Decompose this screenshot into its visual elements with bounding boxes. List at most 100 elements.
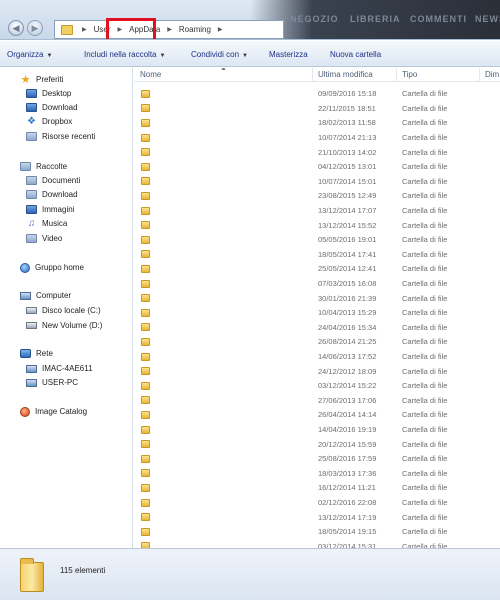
folder-icon [141,513,150,522]
list-item[interactable]: 23/08/2015 12:49 Cartella di file [134,189,500,204]
column-modified[interactable]: Ultima modifica [318,70,373,79]
file-type: Cartella di file [402,162,448,172]
list-item[interactable]: 14/04/2016 19:19 Cartella di file [134,422,500,437]
folder-icon [141,410,150,419]
list-item[interactable]: 24/12/2012 18:09 Cartella di file [134,364,500,379]
list-item[interactable]: 07/03/2015 16:08 Cartella di file [134,276,500,291]
nav-desktop[interactable]: Desktop [26,87,71,100]
burn-button[interactable]: Masterizza [269,50,308,59]
details-pane: 115 elementi [0,548,500,600]
music-icon: ♫ [27,217,36,229]
nav-video[interactable]: Video [26,232,62,245]
nav-computer[interactable]: Computer [20,289,71,302]
file-type: Cartella di file [402,220,448,230]
list-item[interactable]: 26/04/2014 14:14 Cartella di file [134,408,500,423]
folder-icon [141,133,150,142]
list-item[interactable]: 26/08/2014 21:25 Cartella di file [134,335,500,350]
file-list: ▲ Nome Ultima modifica Tipo Dim 09/09/20… [134,68,500,548]
folder-icon [141,206,150,215]
forward-arrow-icon: ▶ [31,22,39,33]
organize-button[interactable]: Organizza ▼ [7,50,52,59]
nav-favorites[interactable]: ★ Preferiti [20,73,64,86]
folder-icon [141,308,150,317]
file-type: Cartella di file [402,322,448,332]
list-item[interactable]: 05/05/2016 19:01 Cartella di file [134,233,500,248]
column-divider[interactable] [396,68,397,82]
file-modified: 18/03/2013 17:36 [318,468,377,478]
nav-music[interactable]: ♫ Musica [26,217,68,230]
back-button[interactable]: ◀ [8,20,24,36]
nav-homegroup[interactable]: Gruppo home [20,261,84,274]
list-item[interactable]: 10/07/2014 15:01 Cartella di file [134,174,500,189]
chevron-right-icon[interactable]: ▶ [167,26,172,33]
nav-drive-d[interactable]: New Volume (D:) [26,319,102,332]
list-item[interactable]: 25/05/2014 12:41 Cartella di file [134,262,500,277]
list-item[interactable]: 27/06/2013 17:06 Cartella di file [134,393,500,408]
file-type: Cartella di file [402,410,448,420]
nav-label: Rete [36,349,53,358]
share-with-button[interactable]: Condividi con ▼ [191,50,248,59]
address-bar[interactable]: ▶ User ▶ AppData ▶ Roaming ▶ [54,20,284,39]
include-in-library-button[interactable]: Includi nella raccolta ▼ [84,50,165,59]
new-folder-button[interactable]: Nuova cartella [330,50,381,59]
list-item[interactable]: 09/09/2016 15:18 Cartella di file [134,87,500,102]
column-name[interactable]: Nome [140,70,161,79]
list-item[interactable]: 25/08/2016 17:59 Cartella di file [134,452,500,467]
list-item[interactable]: 04/12/2015 13:01 Cartella di file [134,160,500,175]
list-item[interactable]: 18/02/2013 11:58 Cartella di file [134,116,500,131]
background-text-4: NEWS [475,14,500,24]
nav-images[interactable]: Immagini [26,203,74,216]
list-item[interactable]: 13/12/2014 17:19 Cartella di file [134,510,500,525]
nav-recent[interactable]: Risorse recenti [26,130,95,143]
list-item[interactable]: 10/04/2013 15:29 Cartella di file [134,306,500,321]
nav-imac[interactable]: IMAC-4AE611 [26,362,93,375]
list-item[interactable]: 13/12/2014 15:52 Cartella di file [134,218,500,233]
column-type[interactable]: Tipo [402,70,417,79]
nav-download-lib[interactable]: Download [26,188,78,201]
file-modified: 10/07/2014 21:13 [318,133,377,143]
chevron-right-icon[interactable]: ▶ [218,26,223,33]
list-item[interactable]: 14/06/2013 17:52 Cartella di file [134,349,500,364]
homegroup-icon [20,262,30,273]
list-item[interactable]: 20/12/2014 15:59 Cartella di file [134,437,500,452]
list-item[interactable]: 18/05/2014 19:15 Cartella di file [134,525,500,540]
file-modified: 05/05/2016 19:01 [318,235,377,245]
file-type: Cartella di file [402,206,448,216]
chevron-right-icon[interactable]: ▶ [82,26,87,33]
column-divider[interactable] [312,68,313,82]
nav-drive-c[interactable]: Disco locale (C:) [26,304,101,317]
nav-network[interactable]: Rete [20,347,53,360]
column-size[interactable]: Dim [485,70,499,79]
column-divider[interactable] [479,68,480,82]
nav-label: Computer [36,291,72,300]
nav-libraries[interactable]: Raccolte [20,160,67,173]
forward-button[interactable]: ▶ [27,20,43,36]
list-item[interactable]: 02/12/2016 22:08 Cartella di file [134,495,500,510]
file-modified: 24/04/2016 15:34 [318,322,377,332]
list-item[interactable]: 16/12/2014 11:21 Cartella di file [134,481,500,496]
file-modified: 24/12/2012 18:09 [318,366,377,376]
nav-dropbox[interactable]: ❖ Dropbox [26,115,72,128]
list-item[interactable]: 10/07/2014 21:13 Cartella di file [134,130,500,145]
file-modified: 13/12/2014 17:19 [318,512,377,522]
nav-image-catalog[interactable]: Image Catalog [20,405,87,418]
list-item[interactable]: 21/10/2013 14:02 Cartella di file [134,145,500,160]
list-item[interactable]: 03/12/2014 15:22 Cartella di file [134,379,500,394]
list-item[interactable]: 03/12/2014 15:31 Cartella di file [134,539,500,548]
nav-download-fav[interactable]: Download [26,101,78,114]
list-item[interactable]: 13/12/2014 17:07 Cartella di file [134,203,500,218]
file-modified: 23/08/2015 12:49 [318,191,377,201]
list-item[interactable]: 24/04/2016 15:34 Cartella di file [134,320,500,335]
file-type: Cartella di file [402,147,448,157]
highlight-box [106,18,156,39]
nav-documents[interactable]: Documenti [26,174,80,187]
nav-user-pc[interactable]: USER-PC [26,376,78,389]
nav-label: Immagini [42,205,75,214]
breadcrumb-roaming[interactable]: Roaming [177,25,213,34]
list-item[interactable]: 22/11/2015 18:51 Cartella di file [134,101,500,116]
file-type: Cartella di file [402,308,448,318]
list-item[interactable]: 30/01/2016 21:39 Cartella di file [134,291,500,306]
file-modified: 09/09/2016 15:18 [318,89,377,99]
list-item[interactable]: 18/05/2014 17:41 Cartella di file [134,247,500,262]
list-item[interactable]: 18/03/2013 17:36 Cartella di file [134,466,500,481]
